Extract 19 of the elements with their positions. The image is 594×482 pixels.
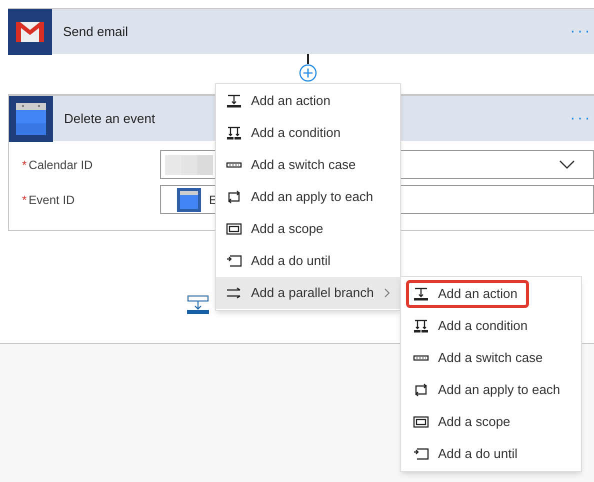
menu-item[interactable]: Add an action — [406, 280, 529, 308]
menu-item[interactable]: Add a switch case — [216, 149, 400, 181]
card-title: Send email — [63, 22, 128, 41]
required-mark: * — [22, 192, 27, 208]
menu-item[interactable]: Add an apply to each — [406, 376, 572, 404]
menu-item[interactable]: Add a switch case — [406, 344, 554, 372]
menu-item[interactable]: Add an apply to each — [216, 181, 400, 213]
menu-item[interactable]: Add a condition — [406, 312, 539, 340]
required-mark: * — [22, 156, 27, 174]
menu-item[interactable]: Add a parallel branch — [216, 277, 400, 309]
menu-item[interactable]: Add a scope — [216, 213, 400, 245]
menu-item[interactable]: Add a do until — [406, 440, 529, 468]
field-label: Calendar ID — [28, 156, 93, 174]
menu-item[interactable]: Add an action — [216, 85, 400, 117]
field-label: Event ID — [28, 192, 75, 208]
card-title: Delete an event — [64, 110, 156, 128]
menu-item[interactable]: Add a condition — [216, 117, 400, 149]
menu-item[interactable]: Add a scope — [406, 408, 522, 436]
menu-item[interactable]: Add a do until — [216, 245, 400, 277]
